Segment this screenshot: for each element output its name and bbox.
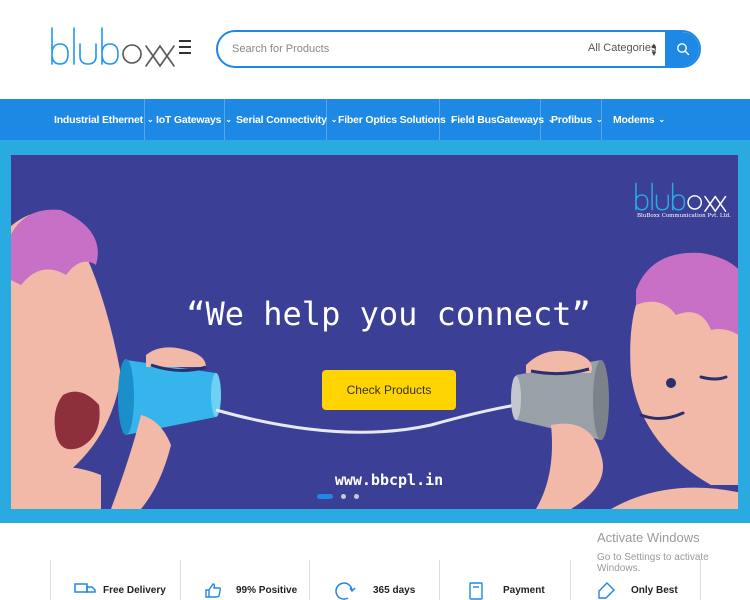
feature-positive: 99% Positive: [236, 585, 298, 596]
nav-item-industrial-ethernet[interactable]: Industrial Ethernet ⌄: [54, 99, 154, 140]
nav-item-modems[interactable]: Modems ⌄: [613, 99, 665, 140]
nav-item-iot-gateways[interactable]: IoT Gateways ⌄: [156, 99, 232, 140]
hero-banner-frame: BluBoxx Communication Pvt. Ltd. “We help…: [0, 140, 750, 523]
features-strip: Free Delivery 99% Positive 365 days Paym…: [0, 560, 750, 600]
divider: [601, 99, 602, 140]
divider: [700, 560, 701, 600]
chevron-down-icon: ⌄: [658, 115, 665, 124]
card-icon: [469, 582, 483, 600]
chevron-down-icon: ⌄: [225, 115, 232, 124]
left-person-illustration: [11, 209, 121, 509]
feature-payment: Payment: [503, 585, 545, 596]
nav-label: Serial Connectivity: [236, 113, 327, 126]
nav-label: Field BusGateways: [451, 113, 544, 126]
refresh-icon: [335, 582, 356, 600]
category-nav: Industrial Ethernet ⌄ IoT Gateways ⌄ Seria…: [0, 99, 750, 140]
nav-label: Fiber Optics Solutions: [338, 113, 446, 126]
divider: [540, 99, 541, 140]
slider-dot-1[interactable]: [317, 494, 333, 499]
feature-free-delivery: Free Delivery: [103, 585, 166, 596]
nav-label: Industrial Ethernet: [54, 113, 143, 126]
nav-item-profibus[interactable]: Profibus ⌄: [551, 99, 603, 140]
feature-only-best: Only Best: [631, 585, 678, 596]
divider: [439, 560, 440, 600]
chevron-down-icon: ⌄: [146, 115, 154, 124]
chevron-down-icon: ⌄: [330, 115, 338, 124]
divider: [50, 560, 51, 600]
nav-label: Modems: [613, 113, 655, 126]
select-arrows-icon[interactable]: ▲ ▼: [650, 42, 658, 58]
banner-headline: “We help you connect”: [186, 295, 591, 333]
search-bar: All Categories ▲▼: [216, 30, 701, 68]
slider-dot-3[interactable]: [354, 494, 359, 499]
divider: [326, 99, 327, 140]
truck-icon: [74, 583, 96, 593]
bluboxx-logo[interactable]: [48, 24, 176, 72]
tag-icon: [598, 582, 615, 599]
divider: [570, 560, 571, 600]
search-input[interactable]: [232, 40, 562, 58]
hero-banner: BluBoxx Communication Pvt. Ltd. “We help…: [11, 155, 738, 509]
search-icon: [677, 43, 690, 56]
divider: [180, 560, 181, 600]
slider-dot-2[interactable]: [341, 494, 346, 499]
thumbs-up-icon: [205, 583, 222, 598]
category-select[interactable]: All Categories: [588, 42, 656, 54]
check-products-button[interactable]: Check Products: [322, 370, 456, 410]
feature-365-days: 365 days: [373, 585, 416, 596]
activate-windows-title: Activate Windows: [597, 530, 700, 545]
divider: [309, 560, 310, 600]
banner-url: www.bbcpl.in: [334, 471, 444, 489]
menu-icon[interactable]: [179, 40, 191, 56]
search-button[interactable]: [665, 32, 699, 66]
site-header: All Categories ▲▼: [0, 0, 750, 99]
nav-label: Profibus: [551, 113, 592, 126]
nav-item-serial-connectivity[interactable]: Serial Connectivity ⌄: [236, 99, 337, 140]
banner-logo-subtitle: BluBoxx Communication Pvt. Ltd.: [637, 213, 732, 219]
divider: [224, 99, 225, 140]
slider-dots: [317, 494, 359, 499]
divider: [144, 99, 145, 140]
divider: [439, 99, 440, 140]
nav-item-field-bus-gateways[interactable]: Field BusGateways ⌄: [451, 99, 555, 140]
nav-label: IoT Gateways: [156, 113, 222, 126]
